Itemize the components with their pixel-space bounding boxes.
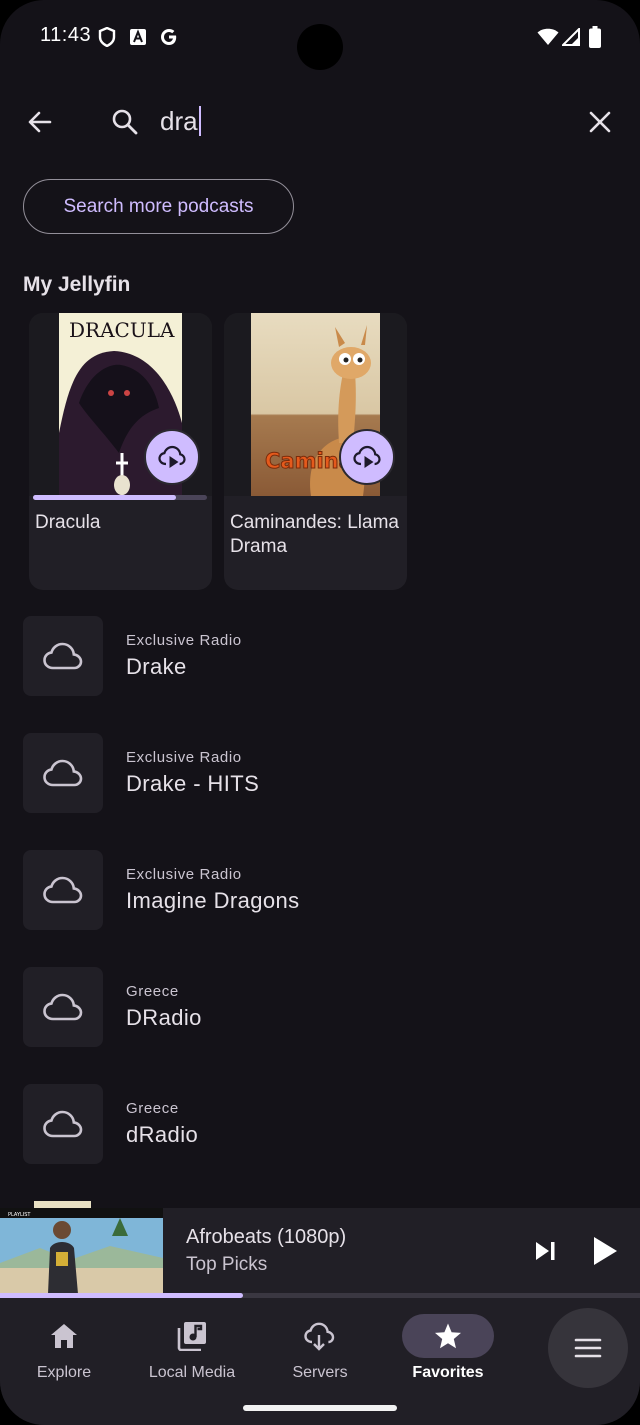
item-subtitle: Greece xyxy=(126,983,179,1000)
battery-icon xyxy=(588,26,602,48)
search-more-podcasts-button[interactable]: Search more podcasts xyxy=(23,179,294,234)
download-button[interactable] xyxy=(144,429,200,485)
nav-label: Explore xyxy=(36,1364,92,1381)
item-subtitle: Greece xyxy=(126,1100,179,1117)
close-icon[interactable] xyxy=(576,98,624,146)
status-bar: 11:43 xyxy=(0,0,640,76)
item-title: Imagine Dragons xyxy=(126,888,300,913)
nav-label: Local Media xyxy=(148,1364,236,1381)
nav-label: Servers xyxy=(292,1364,348,1381)
card-title: Caminandes: Llama Drama xyxy=(230,512,399,557)
mini-player[interactable]: PLAYLIST Afrobeats (1080p) Top Picks xyxy=(0,1208,640,1294)
now-playing-subtitle: Top Picks xyxy=(186,1254,268,1275)
library-music-icon xyxy=(146,1314,238,1358)
status-time: 11:43 xyxy=(40,24,92,46)
cloud-icon xyxy=(23,850,103,930)
nav-servers[interactable]: Servers xyxy=(256,1308,384,1388)
search-input[interactable]: dra xyxy=(160,106,201,137)
item-title: Drake xyxy=(126,654,187,679)
menu-button[interactable] xyxy=(548,1308,628,1388)
search-bar: dra xyxy=(0,94,640,150)
play-icon[interactable] xyxy=(581,1227,629,1275)
card-title: Dracula xyxy=(35,512,101,533)
text-caret xyxy=(198,106,201,136)
cloud-play-icon xyxy=(158,445,186,468)
skip-next-icon[interactable] xyxy=(521,1227,569,1275)
list-item[interactable]: Exclusive Radio Drake - HITS xyxy=(0,733,640,813)
cloud-icon xyxy=(23,616,103,696)
g-logo-icon xyxy=(158,26,180,48)
list-item[interactable]: Greece DRadio xyxy=(0,967,640,1047)
card-progress-fill xyxy=(33,495,176,500)
signal-icon xyxy=(561,26,581,48)
item-title: dRadio xyxy=(126,1122,199,1147)
star-icon xyxy=(402,1314,494,1358)
cloud-icon xyxy=(23,1084,103,1164)
now-playing-title: Afrobeats (1080p) xyxy=(186,1226,347,1248)
download-button[interactable] xyxy=(339,429,395,485)
camera-cutout xyxy=(297,24,343,70)
cloud-sync-icon xyxy=(274,1314,366,1358)
search-more-podcasts-label: Search more podcasts xyxy=(63,195,254,217)
home-indicator[interactable] xyxy=(243,1405,397,1411)
menu-icon xyxy=(574,1338,602,1358)
nav-local-media[interactable]: Local Media xyxy=(128,1308,256,1388)
now-playing-thumbnail: PLAYLIST xyxy=(0,1208,163,1294)
media-card-dracula[interactable]: DRACULA Dracula xyxy=(29,313,212,590)
nav-favorites[interactable]: Favorites xyxy=(384,1308,512,1388)
a-badge-icon xyxy=(128,26,148,48)
search-icon xyxy=(101,98,149,146)
item-subtitle: Exclusive Radio xyxy=(126,749,242,766)
arrow-left-icon[interactable] xyxy=(16,98,64,146)
media-card-caminandes[interactable]: Caminan Caminandes: Llama Drama xyxy=(224,313,407,590)
search-query: dra xyxy=(160,106,198,136)
section-title: My Jellyfin xyxy=(23,273,131,296)
item-title: Drake - HITS xyxy=(126,771,260,796)
app-screen: 11:43 dra Search more podcasts My Jellyf… xyxy=(0,0,640,1425)
poster-text: DRACULA xyxy=(69,318,175,342)
thumb-text: PLAYLIST xyxy=(8,1212,31,1218)
cloud-icon xyxy=(23,733,103,813)
card-progress xyxy=(33,495,207,500)
nav-explore[interactable]: Explore xyxy=(0,1308,128,1388)
cloud-play-icon xyxy=(353,445,381,468)
item-title: DRadio xyxy=(126,1005,202,1030)
card-artwork: DRACULA xyxy=(29,313,212,500)
shield-icon xyxy=(96,26,118,48)
wifi-icon xyxy=(536,26,560,48)
cloud-icon xyxy=(23,967,103,1047)
card-artwork: Caminan xyxy=(224,313,407,496)
list-item[interactable]: Exclusive Radio Drake xyxy=(0,616,640,696)
item-subtitle: Exclusive Radio xyxy=(126,866,242,883)
item-subtitle: Exclusive Radio xyxy=(126,632,242,649)
list-item[interactable]: Exclusive Radio Imagine Dragons xyxy=(0,850,640,930)
list-item[interactable]: Greece dRadio xyxy=(0,1084,640,1164)
nav-label: Favorites xyxy=(412,1364,484,1381)
home-icon xyxy=(18,1314,110,1358)
